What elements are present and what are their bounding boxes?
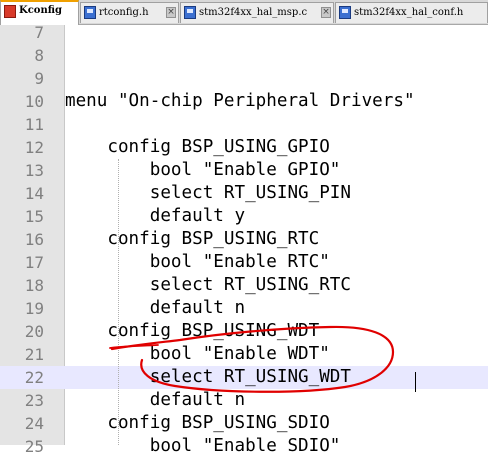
line-number: 10 — [24, 92, 44, 111]
text-cursor — [415, 372, 416, 392]
line-number: 16 — [24, 230, 44, 249]
line-number: 24 — [24, 414, 44, 433]
code-text[interactable]: bool "Enable GPIO" — [65, 159, 341, 182]
code-text[interactable]: config BSP_USING_GPIO — [65, 136, 329, 159]
code-line[interactable]: 9 — [0, 67, 488, 90]
code-line[interactable]: 14 select RT_USING_PIN — [0, 182, 488, 205]
code-text[interactable]: menu "On-chip Peripheral Drivers" — [65, 90, 415, 113]
code-line[interactable]: 19 default n — [0, 297, 488, 320]
code-line[interactable]: 18 select RT_USING_RTC — [0, 274, 488, 297]
tab-label: rtconfig.h — [99, 7, 149, 18]
line-number: 13 — [24, 161, 44, 180]
code-text[interactable]: select RT_USING_WDT — [65, 366, 351, 389]
file-saved-icon — [184, 6, 196, 19]
file-saved-icon — [339, 6, 351, 19]
line-number: 12 — [24, 138, 44, 157]
line-number: 23 — [24, 391, 44, 410]
code-line[interactable]: 17 bool "Enable RTC" — [0, 251, 488, 274]
line-number: 22 — [24, 368, 44, 387]
line-number: 7 — [34, 23, 44, 42]
line-number: 8 — [34, 46, 44, 65]
code-line[interactable]: 11 — [0, 113, 488, 136]
tab-stm32f4xx-hal-msp-c[interactable]: stm32f4xx_hal_msp.c × — [180, 2, 334, 23]
code-text[interactable]: default n — [65, 297, 245, 320]
code-line[interactable]: 7 — [0, 21, 488, 44]
line-number: 17 — [24, 253, 44, 272]
file-modified-icon — [4, 5, 16, 18]
code-line[interactable]: 12 config BSP_USING_GPIO — [0, 136, 488, 159]
code-line[interactable]: 8 — [0, 44, 488, 67]
line-number: 15 — [24, 207, 44, 226]
line-number: 21 — [24, 345, 44, 364]
line-number: 18 — [24, 276, 44, 295]
tab-label: Kconfig — [19, 5, 62, 16]
code-text[interactable]: default n — [65, 389, 245, 412]
code-line[interactable]: 23 default n — [0, 389, 488, 412]
line-number: 9 — [34, 69, 44, 88]
tab-label: stm32f4xx_hal_msp.c — [199, 7, 308, 18]
code-line[interactable]: 20 config BSP_USING_WDT — [0, 320, 488, 343]
line-number: 14 — [24, 184, 44, 203]
code-line[interactable]: 24 config BSP_USING_SDIO — [0, 412, 488, 435]
tab-label: stm32f4xx_hal_conf.h — [354, 7, 464, 18]
code-text[interactable]: bool "Enable WDT" — [65, 343, 330, 366]
code-line[interactable]: 16 config BSP_USING_RTC — [0, 228, 488, 251]
line-number: 11 — [24, 115, 44, 134]
code-text[interactable]: default y — [65, 205, 245, 228]
code-editor[interactable]: 7 8 9 10 menu "On-chip Peripheral Drivers" 11… — [0, 23, 488, 456]
code-line[interactable]: 10 menu "On-chip Peripheral Drivers" — [0, 90, 488, 113]
code-line[interactable]: 21 bool "Enable WDT" — [0, 343, 488, 366]
code-text[interactable]: select RT_USING_PIN — [65, 182, 351, 205]
close-icon[interactable]: × — [321, 7, 331, 18]
code-line[interactable]: 25 bool "Enable SDIO" — [0, 435, 488, 458]
code-text[interactable]: bool "Enable SDIO" — [65, 435, 341, 458]
code-text[interactable]: config BSP_USING_WDT — [65, 320, 319, 343]
tab-stm32f4xx-hal-conf-h[interactable]: stm32f4xx_hal_conf.h — [335, 2, 488, 23]
tab-rtconfig-h[interactable]: rtconfig.h × — [80, 2, 179, 23]
line-number: 20 — [24, 322, 44, 341]
code-line[interactable]: 13 bool "Enable GPIO" — [0, 159, 488, 182]
line-number: 25 — [24, 437, 44, 456]
close-icon[interactable]: × — [166, 7, 176, 18]
indent-guide — [118, 159, 119, 445]
file-saved-icon — [84, 6, 96, 19]
code-text[interactable]: config BSP_USING_RTC — [65, 228, 319, 251]
line-number: 19 — [24, 299, 44, 318]
code-text[interactable]: config BSP_USING_SDIO — [65, 412, 329, 435]
code-text[interactable]: select RT_USING_RTC — [65, 274, 351, 297]
code-line[interactable]: 15 default y — [0, 205, 488, 228]
code-text[interactable]: bool "Enable RTC" — [65, 251, 330, 274]
